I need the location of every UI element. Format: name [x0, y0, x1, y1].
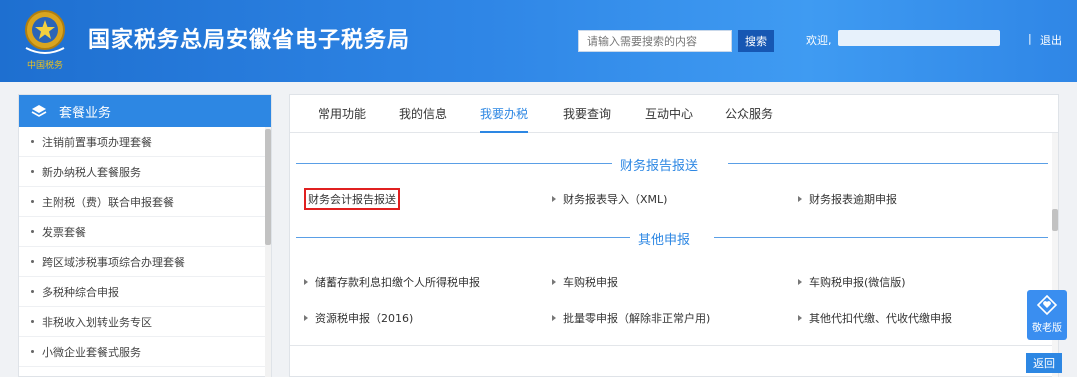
header-separator: | [1028, 32, 1032, 45]
bullet-icon [31, 350, 34, 353]
sidebar-item[interactable]: 非税收入划转业务专区 [19, 307, 271, 337]
tab-interaction-center[interactable]: 互动中心 [645, 95, 693, 133]
welcome-text: 欢迎, [806, 34, 832, 47]
section-divider-left [296, 163, 612, 164]
entry-label: 储蓄存款利息扣缴个人所得税申报 [315, 276, 480, 289]
elder-mode-label: 敬老版 [1032, 323, 1062, 334]
sidebar-item[interactable]: 新办纳税人套餐服务 [19, 157, 271, 187]
sidebar-item-label: 注销前置事项办理套餐 [42, 135, 152, 149]
financial-statement-import-link[interactable]: 财务报表导入（XML) [552, 191, 667, 207]
heart-diamond-icon [1036, 294, 1058, 316]
section-title-financial-report: 财务报告报送 [290, 155, 1058, 174]
savings-interest-tax-link[interactable]: 储蓄存款利息扣缴个人所得税申报 [304, 274, 480, 290]
bullet-icon [31, 170, 34, 173]
tab-tax-handling[interactable]: 我要办税 [480, 95, 529, 133]
sidebar-item[interactable]: 小微企业套餐式服务 [19, 337, 271, 367]
section-divider-right [728, 163, 1048, 164]
search-button[interactable]: 搜索 [738, 30, 774, 52]
caret-right-icon [552, 315, 556, 321]
entry-label: 车购税申报(微信版) [809, 276, 906, 289]
bullet-icon [31, 230, 34, 233]
entry-label: 批量零申报（解除非正常户用) [563, 312, 711, 325]
sidebar-header[interactable]: 套餐业务 [19, 95, 271, 127]
sidebar-item[interactable]: 发票套餐 [19, 217, 271, 247]
withholding-declaration-link[interactable]: 其他代扣代缴、代收代缴申报 [798, 310, 952, 326]
section-title-other-declarations: 其他申报 [290, 229, 1058, 248]
tax-emblem-icon: 中国税务 [25, 10, 65, 71]
sidebar-item[interactable]: 主附税（费）联合申报套餐 [19, 187, 271, 217]
elder-mode-button[interactable]: 敬老版 [1027, 290, 1067, 340]
sidebar-item-label: 发票套餐 [42, 225, 86, 239]
sidebar-scrollbar-thumb[interactable] [265, 129, 271, 245]
sidebar-item[interactable]: 多税种综合申报 [19, 277, 271, 307]
entry-label: 财务会计报告报送 [308, 193, 396, 206]
tab-common-functions[interactable]: 常用功能 [318, 95, 366, 133]
bullet-icon [31, 320, 34, 323]
section-divider-left [296, 237, 630, 238]
site-title: 国家税务总局安徽省电子税务局 [88, 28, 411, 53]
vehicle-purchase-tax-link[interactable]: 车购税申报 [552, 274, 618, 290]
financial-report-submit-link[interactable]: 财务会计报告报送 [304, 188, 400, 210]
site-header: 中国税务 国家税务总局安徽省电子税务局 搜索 欢迎, | 退出 [0, 0, 1077, 82]
entry-label: 其他代扣代缴、代收代缴申报 [809, 312, 952, 325]
main-panel: 常用功能 我的信息 我要办税 我要查询 互动中心 公众服务 财务报告报送 财务会… [289, 94, 1059, 377]
sidebar-item[interactable]: 跨区域涉税事项综合办理套餐 [19, 247, 271, 277]
sidebar-item[interactable]: 注销前置事项办理套餐 [19, 127, 271, 157]
search-input[interactable] [578, 30, 732, 52]
sidebar-item-label: 小微企业套餐式服务 [42, 345, 141, 359]
caret-right-icon [798, 279, 802, 285]
back-button[interactable]: 返回 [1026, 353, 1062, 373]
section-title-text: 财务报告报送 [620, 159, 699, 174]
layers-icon [31, 105, 47, 117]
resource-tax-link[interactable]: 资源税申报（2016) [304, 310, 413, 326]
panel-scrollbar-thumb[interactable] [1052, 209, 1058, 231]
batch-zero-declaration-link[interactable]: 批量零申报（解除非正常户用) [552, 310, 710, 326]
sidebar-item-label: 新办纳税人套餐服务 [42, 165, 141, 179]
caret-right-icon [798, 196, 802, 202]
sidebar: 套餐业务 注销前置事项办理套餐 新办纳税人套餐服务 主附税（费）联合申报套餐 发… [18, 94, 272, 377]
caret-right-icon [798, 315, 802, 321]
bullet-icon [31, 200, 34, 203]
tab-bar: 常用功能 我的信息 我要办税 我要查询 互动中心 公众服务 [290, 95, 1058, 133]
username-redacted [838, 30, 1000, 46]
caret-right-icon [552, 196, 556, 202]
bullet-icon [31, 290, 34, 293]
section-title-text: 其他申报 [638, 233, 691, 248]
tab-my-info[interactable]: 我的信息 [399, 95, 447, 133]
sidebar-title: 套餐业务 [59, 105, 112, 121]
vehicle-purchase-tax-wechat-link[interactable]: 车购税申报(微信版) [798, 274, 906, 290]
entry-label: 车购税申报 [563, 276, 618, 289]
tab-my-query[interactable]: 我要查询 [563, 95, 611, 133]
sidebar-item-label: 主附税（费）联合申报套餐 [42, 195, 174, 209]
sidebar-item-label: 非税收入划转业务专区 [42, 315, 152, 329]
entry-label: 财务报表导入（XML) [563, 193, 668, 206]
sidebar-list: 注销前置事项办理套餐 新办纳税人套餐服务 主附税（费）联合申报套餐 发票套餐 跨… [19, 127, 271, 367]
bullet-icon [31, 260, 34, 263]
logout-link[interactable]: 退出 [1040, 32, 1062, 48]
caret-right-icon [304, 279, 308, 285]
panel-scrollbar-track[interactable] [1052, 133, 1058, 377]
financial-statement-overdue-link[interactable]: 财务报表逾期申报 [798, 191, 897, 207]
sidebar-item-label: 跨区域涉税事项综合办理套餐 [42, 255, 185, 269]
entry-label: 资源税申报（2016) [315, 312, 414, 325]
tab-public-service[interactable]: 公众服务 [725, 95, 773, 133]
panel-divider [290, 345, 1058, 346]
caret-right-icon [304, 315, 308, 321]
sidebar-item-label: 多税种综合申报 [42, 285, 119, 299]
bullet-icon [31, 140, 34, 143]
entry-label: 财务报表逾期申报 [809, 193, 897, 206]
section-divider-right [714, 237, 1048, 238]
caret-right-icon [552, 279, 556, 285]
emblem-caption: 中国税务 [27, 59, 63, 71]
